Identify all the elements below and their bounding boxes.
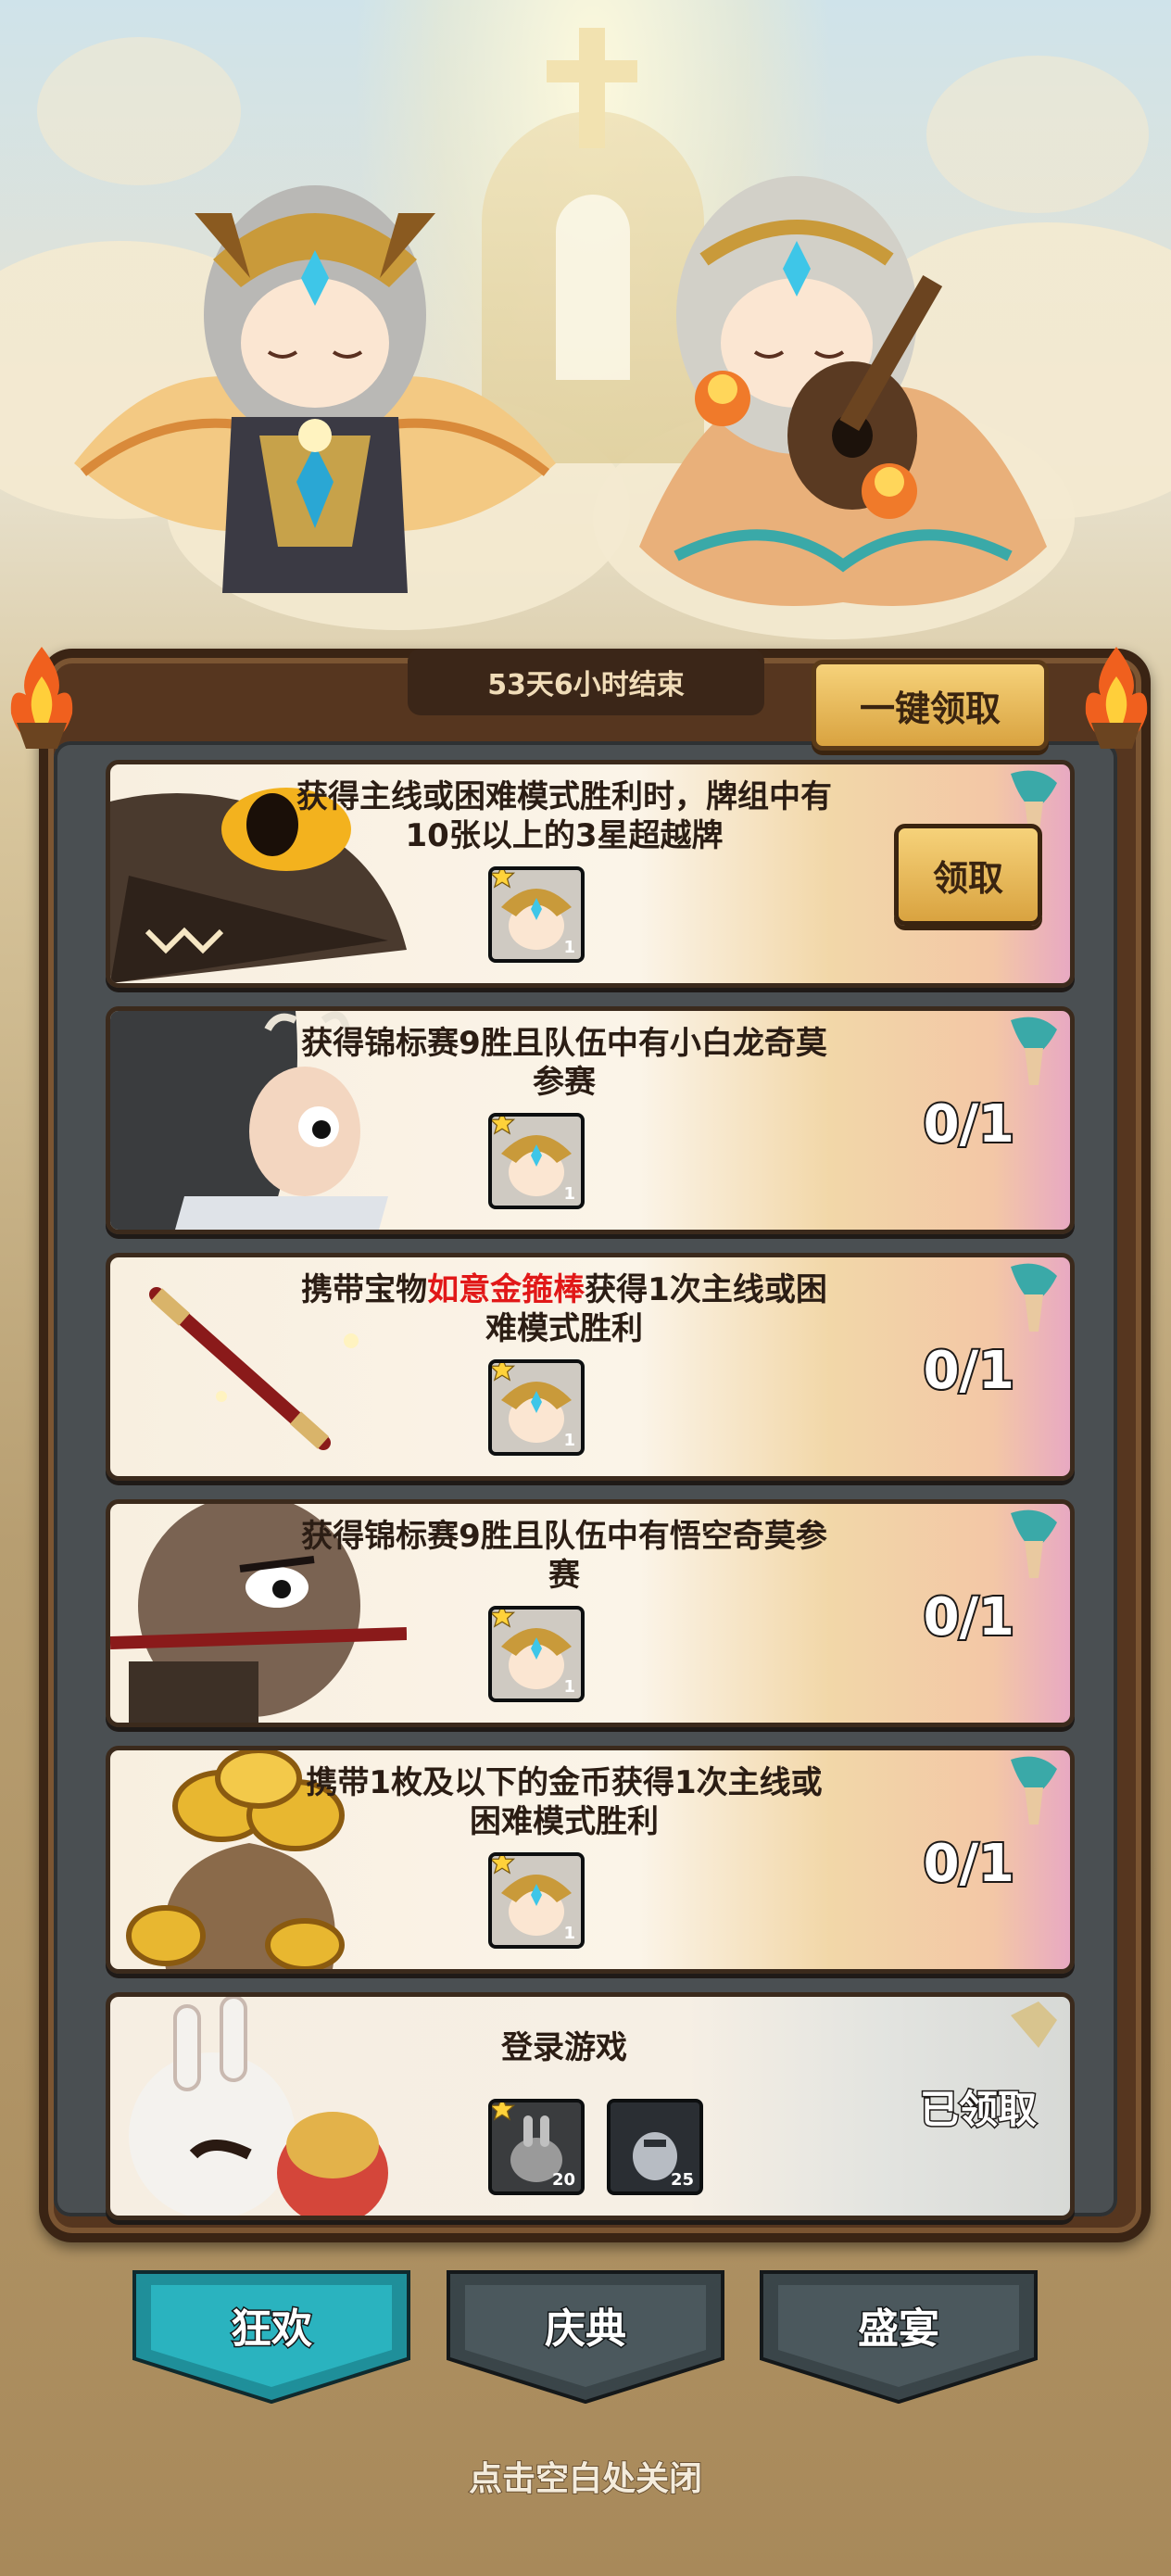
reward-card[interactable]: 1: [488, 1852, 585, 1949]
star-icon: [492, 1856, 516, 1875]
quest-card: 登录游戏 20 25 已领取: [106, 1992, 1075, 2220]
reward-card[interactable]: 20: [488, 2099, 585, 2195]
reward-card[interactable]: 1: [488, 1606, 585, 1702]
reward-quantity: 1: [563, 938, 575, 957]
quest-progress: 0/1: [922, 1832, 1016, 1896]
tab-label: 狂欢: [230, 2305, 314, 2355]
quest-card: 获得主线或困难模式胜利时，牌组中有10张以上的3星超越牌 1 领取: [106, 760, 1075, 988]
quest-card: 获得锦标赛9胜且队伍中有悟空奇莫参赛 1 0/1: [106, 1499, 1075, 1727]
star-icon: [492, 1610, 516, 1628]
treasure-name-highlight: 如意金箍棒: [427, 1271, 586, 1308]
torch-left-icon: [10, 647, 73, 749]
reward-quantity: 1: [563, 1184, 575, 1204]
valkyrie-hero: [74, 185, 556, 593]
tab-label: 庆典: [544, 2305, 628, 2355]
quest-title: 获得锦标赛9胜且队伍中有小白龙奇莫参赛: [301, 1025, 827, 1101]
cross-icon: [579, 28, 605, 148]
star-icon: [492, 870, 516, 889]
quest-title: 获得锦标赛9胜且队伍中有悟空奇莫参赛: [301, 1518, 827, 1594]
tab-carnival[interactable]: 狂欢: [132, 2265, 410, 2404]
quest-card: 获得锦标赛9胜且队伍中有小白龙奇莫参赛 1 0/1: [106, 1006, 1075, 1234]
reward-card[interactable]: 1: [488, 1359, 585, 1456]
quest-progress: 0/1: [922, 1092, 1016, 1156]
claimed-status: 已领取: [918, 2086, 1038, 2134]
quest-title: 获得主线或困难模式胜利时，牌组中有10张以上的3星超越牌: [296, 778, 832, 854]
reward-quantity: 1: [563, 1431, 575, 1450]
star-icon: [492, 1117, 516, 1135]
reward-quantity: 25: [670, 2170, 694, 2190]
reward-quantity: 1: [563, 1677, 575, 1697]
star-icon: [492, 1363, 516, 1382]
tab-feast[interactable]: 盛宴: [760, 2265, 1038, 2404]
reward-quantity: 20: [551, 2170, 575, 2190]
reward-card[interactable]: 1: [488, 866, 585, 963]
tab-celebration[interactable]: 庆典: [447, 2265, 724, 2404]
quest-progress: 0/1: [922, 1339, 1016, 1403]
feather-ornament-icon: [1011, 1017, 1057, 1085]
quest-progress: 0/1: [922, 1585, 1016, 1649]
reward-card[interactable]: 1: [488, 1113, 585, 1209]
reward-quantity: 1: [563, 1924, 575, 1943]
feather-ornament-icon: [1011, 2001, 1057, 2048]
event-countdown: 53天6小时结束: [408, 649, 764, 715]
quest-title: 登录游戏: [501, 2029, 627, 2066]
quest-card: 携带1枚及以下的金币获得1次主线或困难模式胜利 1 0/1: [106, 1746, 1075, 1974]
bard-hero: [639, 176, 1047, 606]
torch-right-icon: [1085, 647, 1148, 749]
feather-ornament-icon: [1011, 1509, 1057, 1578]
tab-label: 盛宴: [857, 2305, 941, 2355]
reward-card[interactable]: 25: [607, 2099, 703, 2195]
quest-title: 携带宝物如意金箍棒获得1次主线或困难模式胜利: [301, 1271, 827, 1347]
hero-banner: [0, 0, 1171, 704]
close-hint[interactable]: 点击空白处关闭: [0, 2452, 1171, 2500]
claim-all-button[interactable]: 一键领取: [812, 660, 1049, 751]
claim-button[interactable]: 领取: [894, 824, 1042, 926]
feather-ornament-icon: [1011, 1756, 1057, 1825]
quest-title: 携带1枚及以下的金币获得1次主线或困难模式胜利: [306, 1764, 823, 1840]
feather-ornament-icon: [1011, 1263, 1057, 1332]
quest-card: 携带宝物如意金箍棒获得1次主线或困难模式胜利 1 0/1: [106, 1253, 1075, 1481]
star-icon: [492, 2102, 516, 2121]
